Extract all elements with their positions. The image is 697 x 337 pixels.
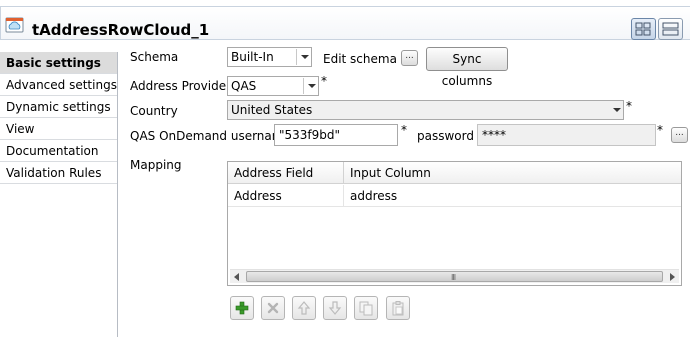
remove-row-button[interactable]	[261, 296, 285, 320]
move-up-button[interactable]	[292, 296, 316, 320]
sync-columns-button[interactable]: Sync columns	[426, 47, 508, 88]
column-header-input-column[interactable]: Input Column	[344, 162, 681, 184]
move-up-icon	[297, 301, 311, 315]
cloud-component-icon	[5, 15, 25, 35]
username-input[interactable]: "533f9bd"	[274, 124, 398, 146]
scroll-left-icon[interactable]	[234, 273, 239, 281]
table-header: Address Field Input Column	[228, 162, 681, 184]
copy-icon	[359, 301, 373, 316]
table-row[interactable]: Address address	[228, 185, 681, 207]
country-value: United States	[231, 103, 313, 117]
address-provider-label: Address Provider	[130, 79, 232, 93]
country-label: Country	[130, 104, 178, 118]
add-icon	[235, 301, 249, 315]
grid-view-icon[interactable]	[631, 18, 656, 40]
chevron-down-icon	[301, 55, 309, 59]
password-button[interactable]: ...	[671, 127, 688, 143]
mapping-label: Mapping	[130, 158, 182, 172]
input-column-cell[interactable]: address	[344, 185, 681, 207]
settings-sidebar: Basic settings Advanced settings Dynamic…	[0, 52, 118, 337]
required-mark: *	[626, 99, 632, 113]
edit-schema-label: Edit schema	[323, 52, 397, 66]
paste-icon	[392, 301, 404, 316]
combo-separator	[303, 78, 304, 94]
mapping-table: Address Field Input Column Address addre…	[227, 161, 682, 286]
header-bar: tAddressRowCloud_1	[0, 6, 690, 40]
address-field-cell[interactable]: Address	[228, 185, 344, 207]
scroll-right-icon[interactable]	[670, 273, 675, 281]
schema-label: Schema	[130, 50, 179, 64]
chevron-down-icon	[613, 108, 621, 112]
sidebar-item-validation-rules[interactable]: Validation Rules	[0, 162, 117, 184]
sidebar-item-basic-settings[interactable]: Basic settings	[0, 52, 117, 74]
combo-separator	[296, 49, 297, 65]
sidebar-item-view[interactable]: View	[0, 118, 117, 140]
scrollbar-grip: III	[451, 273, 456, 282]
password-input[interactable]: ****	[477, 124, 656, 146]
schema-select[interactable]: Built-In	[227, 47, 312, 67]
component-header: tAddressRowCloud_1	[0, 0, 697, 44]
required-mark: *	[321, 74, 327, 88]
password-label: password	[417, 129, 474, 143]
horizontal-scrollbar[interactable]: III	[230, 269, 679, 283]
add-row-button[interactable]	[230, 296, 254, 320]
username-label: QAS OnDemand username	[130, 129, 291, 143]
component-title: tAddressRowCloud_1	[32, 21, 210, 39]
paste-button[interactable]	[386, 296, 410, 320]
move-down-button[interactable]	[323, 296, 347, 320]
list-view-icon[interactable]	[658, 18, 683, 40]
schema-value: Built-In	[231, 50, 274, 64]
sidebar-item-advanced-settings[interactable]: Advanced settings	[0, 74, 117, 96]
edit-schema-button[interactable]: ...	[401, 50, 418, 66]
scrollbar-thumb[interactable]: III	[246, 271, 663, 282]
sidebar-item-documentation[interactable]: Documentation	[0, 140, 117, 162]
chevron-down-icon	[308, 84, 316, 88]
sidebar-item-dynamic-settings[interactable]: Dynamic settings	[0, 96, 117, 118]
address-provider-value: QAS	[231, 79, 257, 93]
required-mark: *	[657, 123, 663, 137]
required-mark: *	[401, 123, 407, 137]
column-header-address-field[interactable]: Address Field	[228, 162, 344, 184]
copy-button[interactable]	[354, 296, 378, 320]
country-select[interactable]: United States	[227, 100, 624, 120]
move-down-icon	[328, 301, 342, 315]
remove-icon	[267, 302, 279, 314]
address-provider-select[interactable]: QAS	[227, 76, 319, 96]
